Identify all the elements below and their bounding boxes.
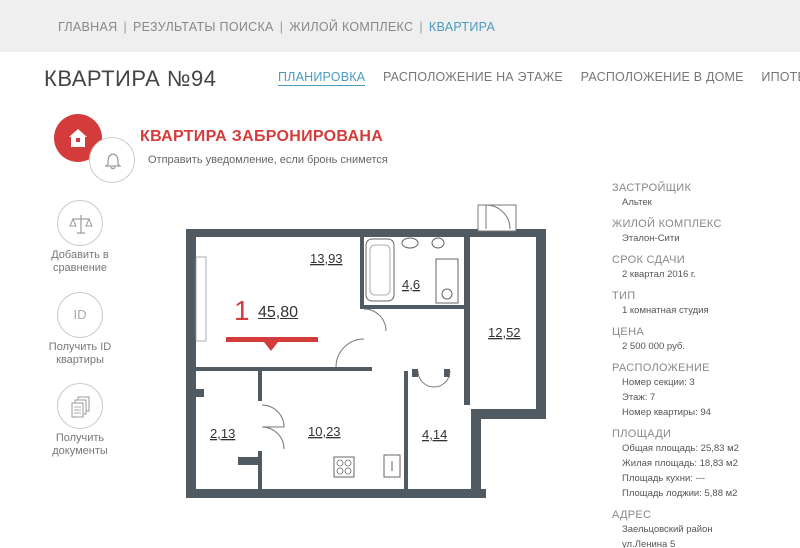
page-title: КВАРТИРА №94 [44, 66, 217, 91]
breadcrumb-complex[interactable]: ЖИЛОЙ КОМПЛЕКС [289, 20, 413, 34]
door-swing [261, 426, 285, 450]
breadcrumb: ГЛАВНАЯ | РЕЗУЛЬТАТЫ ПОИСКА | ЖИЛОЙ КОМПЛЕКС… [58, 20, 495, 34]
location-label: РАСПОЛОЖЕНИЕ [612, 362, 710, 374]
room-loggia-area: 2,13 [210, 426, 235, 441]
room-storage-area: 4,14 [422, 427, 447, 442]
wall-segment [186, 489, 486, 498]
complex-value: Эталон-Сити [622, 233, 680, 244]
room-hall-area: 12,52 [488, 325, 521, 340]
room-living-area: 13,93 [310, 251, 343, 266]
wall-segment [258, 371, 262, 401]
loggia-area-value: Площадь лоджии: 5,88 м2 [622, 488, 738, 499]
house-lock-icon [69, 129, 87, 147]
tab-building-location[interactable]: РАСПОЛОЖЕНИЕ В ДОМЕ [581, 70, 744, 84]
compare-icon-circle [57, 200, 103, 246]
breadcrumb-current: КВАРТИРА [428, 20, 496, 34]
deadline-label: СРОК СДАЧИ [612, 254, 685, 266]
wall-segment [464, 237, 470, 405]
kitchen-area-value: Площадь кухни: --- [622, 473, 706, 484]
developer-value: Альтек [622, 197, 652, 208]
wall-segment [536, 229, 546, 419]
street-value: ул.Ленина 5 [622, 539, 676, 548]
documents-icon-circle [57, 383, 103, 429]
wall-segment [412, 369, 418, 377]
notify-link[interactable]: Отправить уведомление, если бронь снимет… [148, 154, 388, 166]
shower [435, 258, 459, 304]
toilet [431, 237, 445, 249]
area-summary: 1 45,80 [226, 289, 318, 337]
breadcrumb-home[interactable]: ГЛАВНАЯ [58, 20, 117, 34]
wall-segment [404, 371, 408, 489]
door-swing [417, 370, 435, 388]
top-bar: ГЛАВНАЯ | РЕЗУЛЬТАТЫ ПОИСКА | ЖИЛОЙ КОМПЛЕКС… [0, 0, 800, 52]
price-value: 2 500 000 руб. [622, 341, 686, 352]
deadline-value: 2 квартал 2016 г. [622, 269, 696, 280]
section-value: Номер секции: 3 [622, 377, 695, 388]
wall-segment [258, 451, 262, 489]
areas-label: ПЛОЩАДИ [612, 428, 672, 440]
developer-label: ЗАСТРОЙЩИК [612, 182, 692, 194]
wall-segment [238, 457, 260, 465]
address-label: АДРЕС [612, 509, 652, 521]
room-kitchen-area: 10,23 [308, 424, 341, 439]
wall-segment [471, 409, 481, 498]
breadcrumb-separator: | [419, 20, 423, 34]
price-label: ЦЕНА [612, 326, 644, 338]
complex-label: ЖИЛОЙ КОМПЛЕКС [612, 218, 722, 230]
living-area-value: Жилая площадь: 18,83 м2 [622, 458, 738, 469]
floor-value: Этаж: 7 [622, 392, 656, 403]
wall-segment [360, 237, 364, 307]
id-icon-circle: ID [57, 292, 103, 338]
compare-button[interactable]: Добавить в сравнение [42, 200, 118, 275]
breadcrumb-separator: | [279, 20, 284, 34]
window [195, 256, 207, 342]
breadcrumb-search-results[interactable]: РЕЗУЛЬТАТЫ ПОИСКА [133, 20, 274, 34]
get-id-button[interactable]: ID Получить ID квартиры [42, 292, 118, 367]
door-swing [335, 338, 365, 368]
compare-label: Добавить в сравнение [51, 249, 109, 274]
wall-segment [196, 367, 372, 371]
total-area-value: Общая площадь: 25,83 м2 [622, 443, 739, 454]
area-summary-pointer [264, 342, 278, 351]
sink [401, 237, 419, 249]
apartment-number-value: Номер квартиры: 94 [622, 407, 711, 418]
door-swing [261, 404, 285, 428]
door-swing [363, 308, 387, 332]
breadcrumb-separator: | [123, 20, 127, 34]
bell-icon [104, 153, 122, 170]
tab-bar: ПЛАНИРОВКА РАСПОЛОЖЕНИЕ НА ЭТАЖЕ РАСПОЛО… [278, 70, 800, 86]
apartment-info: ЗАСТРОЙЩИК Альтек ЖИЛОЙ КОМПЛЕКС Эталон-… [612, 181, 792, 548]
stove [333, 456, 355, 478]
wall-segment [196, 389, 204, 397]
documents-icon [71, 396, 90, 418]
type-label: ТИП [612, 290, 636, 302]
total-area: 45,80 [258, 304, 299, 321]
get-documents-button[interactable]: Получить документы [42, 383, 118, 458]
district-value: Заельцовский район [622, 524, 713, 535]
reserved-status: КВАРТИРА ЗАБРОНИРОВАНА [140, 128, 384, 145]
tab-layout[interactable]: ПЛАНИРОВКА [278, 70, 366, 86]
wall-segment [471, 409, 546, 419]
wall-segment [360, 305, 464, 309]
tab-mortgage[interactable]: ИПОТЕКА [761, 70, 800, 84]
tab-floor-location[interactable]: РАСПОЛОЖЕНИЕ НА ЭТАЖЕ [383, 70, 563, 84]
id-icon: ID [73, 307, 87, 322]
floor-plan: 13,93 4,6 12,52 2,13 10,23 4,14 [186, 204, 546, 498]
notify-button[interactable] [89, 137, 135, 183]
scales-icon [69, 215, 93, 234]
room-bath-area: 4,6 [402, 277, 420, 292]
rooms-count: 1 [234, 295, 250, 326]
wall-segment [186, 229, 196, 498]
get-documents-label: Получить документы [52, 432, 108, 457]
get-id-label: Получить ID квартиры [48, 341, 112, 366]
type-value: 1 комнатная студия [622, 305, 709, 316]
